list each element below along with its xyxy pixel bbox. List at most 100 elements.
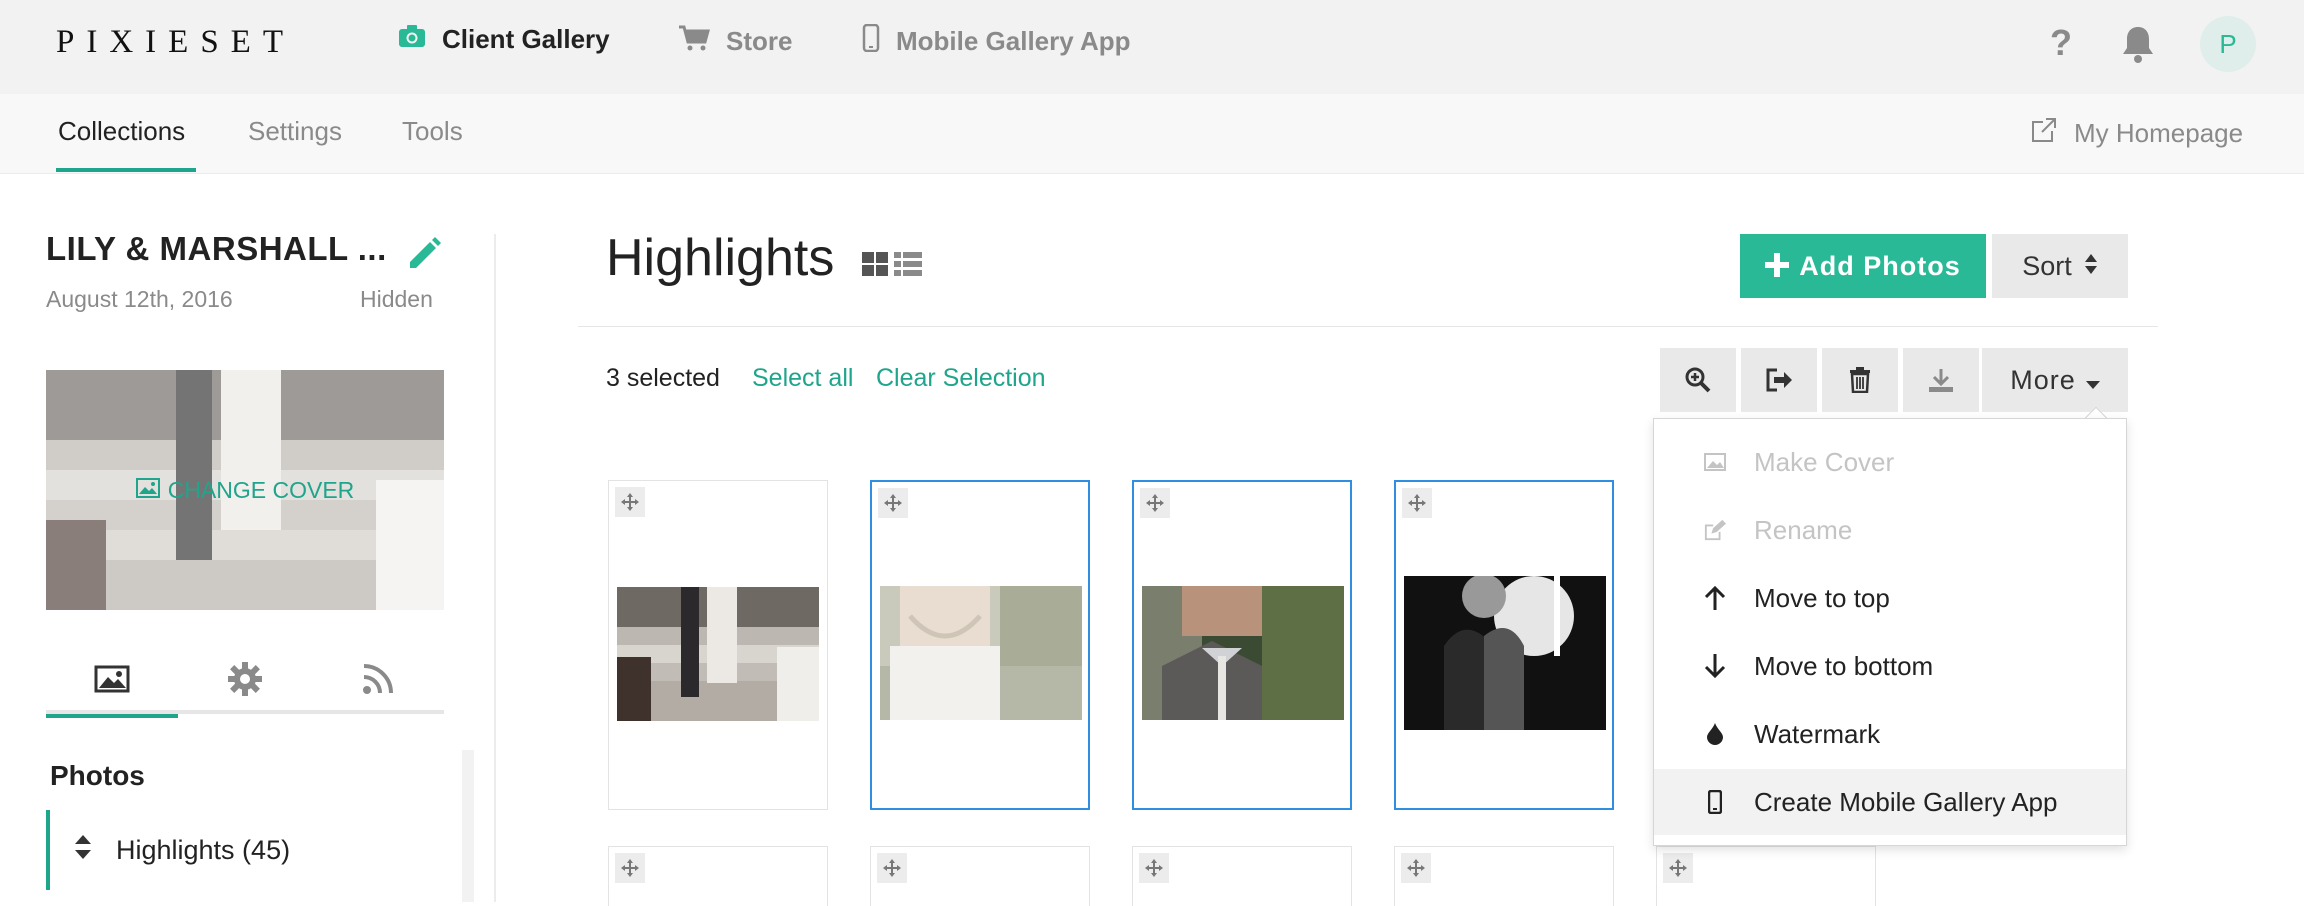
pencil-icon[interactable] (404, 232, 444, 277)
nav-mobile-gallery-app[interactable]: Mobile Gallery App (862, 23, 1131, 59)
active-tab-indicator (56, 168, 196, 172)
collection-sidebar: LILY & MARSHALL ... August 12th, 2016 Hi… (0, 174, 496, 902)
zoom-button[interactable] (1660, 348, 1736, 412)
photo-thumbnail[interactable] (1394, 480, 1614, 810)
rss-icon (363, 664, 393, 694)
menu-item-move-to-top[interactable]: Move to top (1654, 565, 2126, 631)
photo-image (1142, 586, 1344, 720)
sort-handle-icon[interactable] (74, 834, 92, 867)
more-label: More (2010, 364, 2076, 395)
tab-photos[interactable] (46, 644, 178, 718)
tab-settings[interactable]: Settings (248, 116, 342, 147)
plus-icon (1765, 247, 1790, 286)
sort-label: Sort (2022, 250, 2072, 281)
photo-thumbnail[interactable] (608, 846, 828, 906)
drag-handle-icon[interactable] (1140, 488, 1170, 518)
sort-button[interactable]: Sort (1992, 234, 2128, 298)
sidebar-scrollbar[interactable] (462, 750, 474, 902)
add-photos-button[interactable]: Add Photos (1740, 234, 1986, 298)
pixieset-logo[interactable]: PIXIESET (56, 24, 295, 61)
help-icon[interactable]: ? (2050, 22, 2072, 64)
nav-store[interactable]: Store (678, 24, 792, 59)
drag-handle-icon[interactable] (615, 487, 645, 517)
list-view-icon[interactable] (894, 252, 922, 276)
nav-client-gallery[interactable]: Client Gallery (398, 24, 610, 55)
sort-arrows-icon (2084, 251, 2098, 282)
menu-item-create-mobile-gallery-app[interactable]: Create Mobile Gallery App (1654, 769, 2126, 835)
photo-thumbnail[interactable] (1132, 480, 1352, 810)
tab-collections[interactable]: Collections (58, 116, 185, 147)
photo-thumbnail[interactable] (1394, 846, 1614, 906)
change-cover-label: CHANGE COVER (167, 476, 355, 503)
more-dropdown-menu: Make Cover Rename Move to top Move to bo… (1653, 418, 2127, 846)
photo-image (880, 586, 1082, 720)
page-title: Highlights (606, 229, 835, 287)
menu-item-watermark[interactable]: Watermark (1654, 701, 2126, 767)
delete-button[interactable] (1822, 348, 1898, 412)
nav-client-gallery-label: Client Gallery (442, 24, 610, 54)
photo-thumbnail[interactable] (608, 480, 828, 810)
menu-item-rename[interactable]: Rename (1654, 497, 2126, 563)
drag-handle-icon[interactable] (1663, 853, 1693, 883)
menu-item-label: Watermark (1754, 718, 1881, 749)
collection-date: August 12th, 2016 (46, 286, 233, 312)
download-button[interactable] (1903, 348, 1979, 412)
photo-image (617, 587, 819, 721)
menu-item-move-to-bottom[interactable]: Move to bottom (1654, 633, 2126, 699)
photo-thumbnail[interactable] (870, 480, 1090, 810)
drag-handle-icon[interactable] (1402, 488, 1432, 518)
mobile-icon (1704, 790, 1726, 814)
set-item-label: Highlights (45) (116, 834, 291, 865)
drag-handle-icon[interactable] (878, 488, 908, 518)
image-icon (1704, 453, 1726, 471)
tab-collection-settings[interactable] (179, 644, 311, 714)
drag-handle-icon[interactable] (1401, 853, 1431, 883)
photos-heading: Photos (50, 760, 145, 791)
nav-store-label: Store (726, 26, 793, 56)
header-divider (578, 326, 2158, 327)
image-icon (135, 477, 160, 504)
change-cover-button[interactable]: CHANGE COVER (46, 370, 444, 610)
more-button[interactable]: More (1982, 348, 2128, 412)
trash-icon (1850, 367, 1870, 393)
menu-item-label: Make Cover (1754, 446, 1895, 477)
view-toggle (862, 252, 922, 276)
my-homepage-label: My Homepage (2074, 118, 2244, 148)
drop-icon (1704, 723, 1726, 745)
photo-thumbnail[interactable] (870, 846, 1090, 906)
move-icon (1766, 368, 1792, 392)
camera-icon (398, 24, 426, 55)
menu-item-label: Move to top (1754, 582, 1890, 613)
menu-item-label: Create Mobile Gallery App (1754, 786, 2058, 817)
add-photos-label: Add Photos (1799, 250, 1961, 281)
cover-photo[interactable]: CHANGE COVER (46, 370, 444, 610)
sidebar-divider (494, 234, 496, 902)
select-all-link[interactable]: Select all (752, 364, 853, 393)
menu-item-label: Rename (1754, 514, 1853, 545)
move-to-button[interactable] (1741, 348, 1817, 412)
edit-icon (1704, 518, 1726, 542)
drag-handle-icon[interactable] (615, 853, 645, 883)
tab-tools[interactable]: Tools (402, 116, 463, 147)
grid-view-icon[interactable] (862, 252, 888, 276)
set-item-highlights[interactable]: Highlights (45) (46, 810, 446, 890)
caret-down-icon (2085, 365, 2100, 396)
arrow-down-icon (1704, 654, 1726, 678)
download-icon (1929, 369, 1953, 392)
bell-icon[interactable] (2120, 24, 2156, 69)
image-icon (94, 665, 130, 693)
cart-icon (678, 24, 710, 59)
tab-activity[interactable] (312, 644, 444, 714)
drag-handle-icon[interactable] (877, 853, 907, 883)
clear-selection-link[interactable]: Clear Selection (876, 364, 1046, 393)
photo-thumbnail[interactable] (1656, 846, 1876, 906)
avatar[interactable]: P (2200, 16, 2256, 72)
menu-item-make-cover[interactable]: Make Cover (1654, 429, 2126, 495)
photo-thumbnail[interactable] (1132, 846, 1352, 906)
gear-icon (228, 662, 262, 696)
drag-handle-icon[interactable] (1139, 853, 1169, 883)
mobile-icon (862, 23, 880, 59)
arrow-up-icon (1704, 586, 1726, 610)
my-homepage-link[interactable]: My Homepage (2030, 116, 2243, 151)
top-bar: PIXIESET Client Gallery Store Mobile Gal… (0, 0, 2304, 94)
